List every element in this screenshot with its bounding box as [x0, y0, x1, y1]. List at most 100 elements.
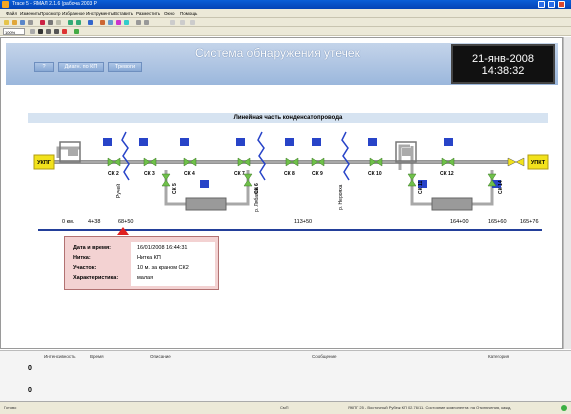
scale-label: 165+76 [520, 219, 539, 225]
column-header[interactable]: Интенсивность [44, 354, 76, 359]
info-value-section: 10 м. за краном СК2 [137, 265, 189, 271]
leak-info-panel: Дата и время: 16/01/2008 16:44:31 Нитка:… [64, 236, 219, 290]
valve-label: СК 4 [184, 171, 195, 177]
info-value-line: Нитка КП [137, 255, 161, 261]
column-header[interactable]: Описание [150, 354, 171, 359]
color-icon[interactable] [62, 29, 67, 34]
underline-icon[interactable] [54, 29, 59, 34]
table-icon[interactable] [108, 20, 113, 25]
minimize-button[interactable] [538, 1, 545, 8]
separator-right [431, 197, 473, 211]
event-log-panel: Интенсивность Время Описание Сообщение К… [0, 350, 571, 401]
print-icon[interactable] [28, 20, 33, 25]
font-icon[interactable] [30, 29, 35, 34]
cut-icon[interactable] [40, 20, 45, 25]
separator-left [185, 197, 227, 211]
pipeline-diagram: УКПГ УПКТ Ручей р. Лябаяха р. Нерояха СК… [33, 131, 549, 212]
event-count: 0 [28, 365, 32, 372]
final-valve-icon[interactable] [507, 157, 525, 167]
alarms-button[interactable]: Тревоги [108, 62, 142, 72]
status-mode: СмП [280, 405, 289, 410]
river-label-neroyaha: р. Нерояха [338, 184, 344, 210]
paste-icon[interactable] [56, 20, 61, 25]
scale-label: 113+50 [294, 219, 313, 225]
help-button[interactable]: ? [34, 62, 54, 72]
valve-label: СК 5 [172, 183, 178, 194]
save-icon[interactable] [20, 20, 25, 25]
status-indicator-icon [561, 405, 567, 411]
valve-label: СК 12 [440, 171, 454, 177]
menu-tools[interactable]: Инструменты [86, 11, 114, 16]
window-titlebar: Trace 5 - ЯМАЛ 2.1.6 (рабоча 2003 Р [0, 0, 571, 9]
status-message: ЯКПГ 25 - Восточный Рубеж КП 02.76/11. С… [348, 405, 512, 410]
menu-favorites[interactable]: Избранное [62, 11, 85, 16]
layer-icon[interactable] [124, 20, 129, 25]
diagnostics-button[interactable]: Диагн. по КП [58, 62, 104, 72]
menu-view[interactable]: Просмотр [40, 11, 61, 16]
vertical-scrollbar[interactable] [563, 37, 571, 349]
shape-icon[interactable] [116, 20, 121, 25]
distribute-icon[interactable] [180, 20, 185, 25]
clock-panel: 21-янв-2008 14:38:32 [451, 44, 555, 84]
menu-file[interactable]: Файл [6, 11, 17, 16]
column-header[interactable]: Время [90, 354, 104, 359]
diagram-title: Линейная часть конденсатопровода [28, 113, 548, 123]
window-title: Trace 5 - ЯМАЛ 2.1.6 (рабоча 2003 Р [12, 1, 97, 7]
page-title: Система обнаружения утечек [195, 46, 360, 60]
fill-icon[interactable] [74, 29, 79, 34]
leak-marker-icon[interactable] [116, 226, 130, 236]
menu-bar: Файл Изменить Просмотр Избранное Инструм… [0, 9, 571, 18]
menu-edit[interactable]: Изменить [20, 11, 40, 16]
endpoint-ukpg-label: УКПГ [37, 160, 52, 166]
info-label: Участок: [73, 265, 97, 271]
scale-label: 165+60 [488, 219, 507, 225]
redo-icon[interactable] [76, 20, 81, 25]
menu-insert[interactable]: Вставить [114, 11, 133, 16]
italic-icon[interactable] [46, 29, 51, 34]
link-icon[interactable] [88, 20, 93, 25]
column-header[interactable]: Категория [488, 354, 509, 359]
menu-help[interactable]: Помощь [180, 11, 197, 16]
zoom-in-icon[interactable] [136, 20, 141, 25]
clock-time: 14:38:32 [481, 65, 525, 77]
open-icon[interactable] [12, 20, 17, 25]
zoom-select[interactable]: 100% [3, 28, 25, 35]
column-header[interactable]: Сообщение [312, 354, 337, 359]
toolbar-format: 100% [0, 27, 571, 36]
filter-left-core [68, 148, 78, 156]
endpoint-upkt-label: УПКТ [531, 160, 546, 166]
valve-label: СК 6 [254, 183, 260, 194]
valve-label: СК 14 [498, 180, 504, 194]
valve-label: СК 2 [108, 171, 119, 177]
scale-label: 68+50 [118, 219, 134, 225]
group-icon[interactable] [190, 20, 195, 25]
menu-window[interactable]: Окно [164, 11, 174, 16]
chart-icon[interactable] [100, 20, 105, 25]
valve-label: СК 11 [418, 180, 424, 194]
info-label: Характеристика: [73, 275, 119, 281]
scale-label: 4+38 [88, 219, 101, 225]
close-button[interactable] [558, 1, 565, 8]
event-count: 0 [28, 387, 32, 394]
app-icon [2, 1, 9, 8]
maximize-button[interactable] [548, 1, 555, 8]
bold-icon[interactable] [38, 29, 43, 34]
zoom-value: 100% [5, 30, 16, 35]
undo-icon[interactable] [68, 20, 73, 25]
zoom-out-icon[interactable] [144, 20, 149, 25]
status-ready: Готово [4, 405, 17, 410]
new-icon[interactable] [4, 20, 9, 25]
filter-right-core [402, 148, 412, 156]
info-label: Дата и время: [73, 245, 112, 251]
river-label-ruchei: Ручей [115, 184, 122, 198]
align-icon[interactable] [170, 20, 175, 25]
clock-date: 21-янв-2008 [472, 53, 534, 65]
toolbar-standard [0, 18, 571, 27]
valve-label: СК 3 [144, 171, 155, 177]
info-label: Нитка: [73, 255, 91, 261]
info-value-characteristic: малая [137, 275, 154, 281]
menu-arrange[interactable]: Разместить [136, 11, 160, 16]
copy-icon[interactable] [48, 20, 53, 25]
info-value-datetime: 16/01/2008 16:44:31 [137, 245, 188, 251]
scale-label: 164+00 [450, 219, 469, 225]
